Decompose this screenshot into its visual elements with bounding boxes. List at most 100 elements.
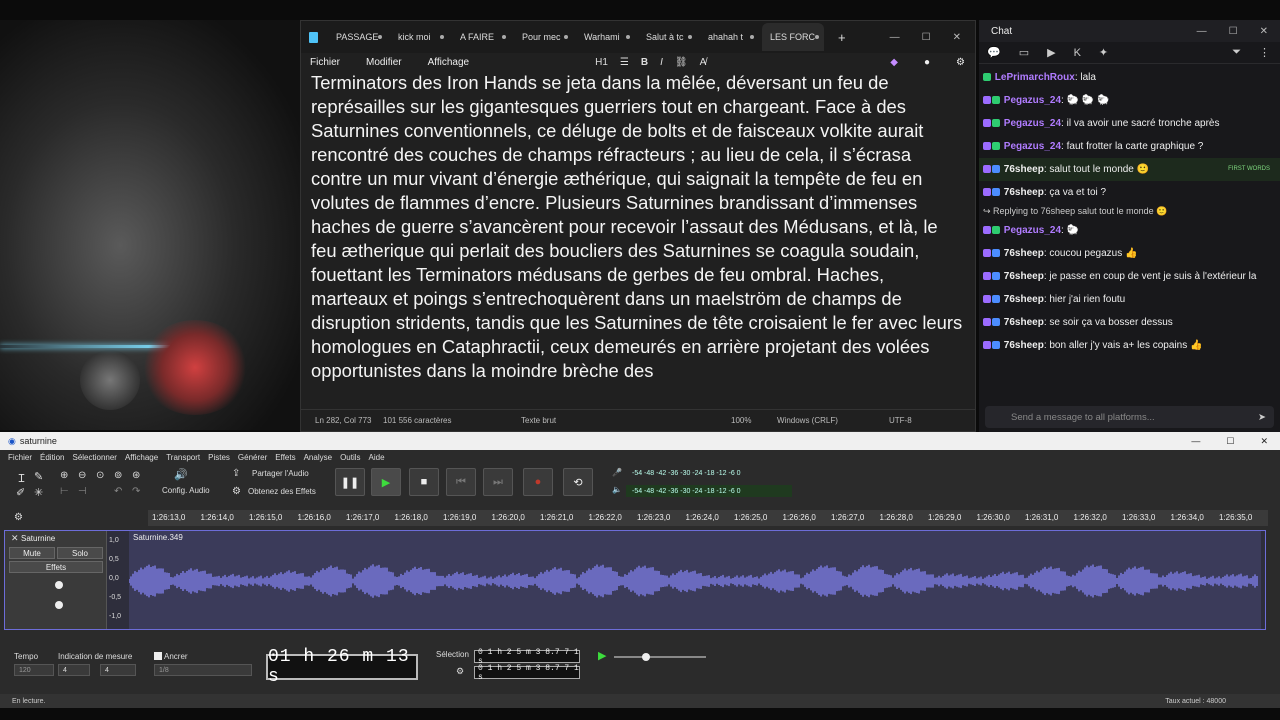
maximize-icon[interactable]: ☐ — [922, 32, 931, 43]
gain-slider[interactable] — [55, 581, 63, 589]
play-speed-slider[interactable] — [614, 656, 706, 658]
record-meter-icon[interactable]: 🎤 — [612, 468, 622, 477]
snap-select[interactable]: 1/8 — [154, 664, 252, 676]
waveform[interactable] — [128, 531, 1261, 629]
youtube-icon[interactable]: ▶ — [1047, 46, 1055, 59]
close-icon[interactable]: ✕ — [1260, 26, 1268, 37]
zoom-toggle-icon[interactable]: ⊛ — [132, 470, 140, 481]
more-icon[interactable]: ⋮ — [1259, 46, 1270, 59]
share-audio-button[interactable]: Partager l'Audio — [252, 469, 309, 478]
tab[interactable]: kick moi — [390, 32, 452, 42]
list-icon[interactable]: ☰ — [620, 57, 629, 68]
chat-username[interactable]: 76sheep — [1004, 187, 1044, 198]
time-display[interactable]: 01 h 26 m 13 s — [266, 647, 418, 687]
menu-item[interactable]: Édition — [40, 453, 64, 462]
chat-input[interactable]: Send a message to all platforms... ➤ — [985, 406, 1274, 428]
time-signature-denominator[interactable]: 4 — [100, 664, 136, 676]
minimize-icon[interactable]: — — [1197, 26, 1207, 37]
encoding[interactable]: UTF-8 — [889, 416, 912, 425]
track-close-icon[interactable]: ✕ — [11, 533, 19, 544]
play-speed-thumb[interactable] — [642, 653, 650, 661]
tab[interactable]: Pour mec — [514, 32, 576, 42]
selection-tool-icon[interactable]: Ｉ — [16, 470, 27, 486]
menu-file[interactable]: Fichier — [310, 57, 340, 68]
document-text[interactable]: Terminators des Iron Hands se jeta dans … — [311, 71, 963, 405]
mute-button[interactable]: Mute — [9, 547, 55, 559]
send-icon[interactable]: ➤ — [1258, 412, 1266, 423]
minimize-icon[interactable]: — — [890, 32, 900, 43]
trim-icon[interactable]: ⊢ — [60, 486, 69, 497]
copilot-icon[interactable]: ◆ — [890, 57, 898, 68]
selection-start[interactable]: 0 1 h 2 5 m 3 8.7 7 1 s — [474, 648, 580, 666]
menu-item[interactable]: Générer — [238, 453, 267, 462]
menu-item[interactable]: Sélectionner — [72, 453, 116, 462]
menu-item[interactable]: Affichage — [125, 453, 158, 462]
menu-item[interactable]: Outils — [340, 453, 360, 462]
chat-username[interactable]: 76sheep — [1004, 340, 1044, 351]
tab[interactable]: PASSAGE — [328, 32, 390, 42]
chat-username[interactable]: 76sheep — [1004, 164, 1044, 175]
pause-button[interactable]: ❚❚ — [335, 468, 365, 496]
zoom-in-icon[interactable]: ⊕ — [60, 470, 68, 481]
tab[interactable]: A FAIRE — [452, 32, 514, 42]
snap-checkbox[interactable] — [154, 652, 162, 660]
close-icon[interactable]: ✕ — [953, 32, 961, 43]
chat-username[interactable]: Pegazus_24 — [1004, 141, 1061, 152]
menu-item[interactable]: Transport — [166, 453, 200, 462]
selection-settings-icon[interactable]: ⚙ — [456, 666, 464, 677]
get-effects-button[interactable]: Obtenez des Effets — [248, 487, 316, 496]
chat-username[interactable]: 76sheep — [1004, 248, 1044, 259]
track-name[interactable]: Saturnine — [5, 531, 106, 546]
kick-icon[interactable]: K — [1074, 47, 1081, 59]
audio-setup-icon[interactable]: 🔊 — [174, 468, 188, 481]
menu-edit[interactable]: Modifier — [366, 57, 402, 68]
time-signature-numerator[interactable]: 4 — [58, 664, 90, 676]
text-format[interactable]: Texte brut — [521, 416, 556, 425]
filter-icon[interactable]: ⏷ — [1232, 46, 1241, 59]
menu-item[interactable]: Fichier — [8, 453, 32, 462]
tempo-input[interactable]: 120 — [14, 664, 54, 676]
link-icon[interactable]: ⛓ — [675, 57, 688, 68]
fit-selection-icon[interactable]: ⊙ — [96, 470, 104, 481]
selection-end[interactable]: 0 1 h 2 5 m 3 8.7 7 1 s — [474, 664, 580, 682]
loop-button[interactable]: ⟲ — [563, 468, 593, 496]
redo-icon[interactable]: ↷ — [132, 486, 140, 497]
tab[interactable]: Warhami — [576, 32, 638, 42]
tab[interactable]: ahahah t — [700, 32, 762, 42]
reply-context[interactable]: ↪ Replying to 76sheep salut tout le mond… — [979, 204, 1280, 219]
stop-button[interactable]: ■ — [409, 468, 439, 496]
chat-username[interactable]: 76sheep — [1004, 271, 1044, 282]
timeline-settings-icon[interactable]: ⚙ — [14, 512, 23, 523]
record-button[interactable]: ● — [523, 468, 553, 496]
tab-active[interactable]: LES FORC — [762, 23, 824, 51]
menu-item[interactable]: Aide — [369, 453, 385, 462]
silence-icon[interactable]: ⊣ — [78, 486, 87, 497]
solo-button[interactable]: Solo — [57, 547, 103, 559]
undo-icon[interactable]: ↶ — [114, 486, 122, 497]
multi-tool-icon[interactable]: ✳ — [34, 486, 43, 499]
clear-format-icon[interactable]: A̸ — [700, 57, 707, 68]
get-effects-icon[interactable]: ⚙ — [232, 486, 241, 497]
activity-icon[interactable]: ▭ — [1019, 46, 1029, 59]
line-ending[interactable]: Windows (CRLF) — [777, 416, 838, 425]
chat-username[interactable]: 76sheep — [1004, 317, 1044, 328]
envelope-tool-icon[interactable]: ✎ — [34, 470, 43, 483]
playback-meter-icon[interactable]: 🔈 — [612, 485, 622, 494]
zoom-out-icon[interactable]: ⊖ — [78, 470, 86, 481]
minimize-icon[interactable]: — — [1191, 436, 1200, 447]
skip-end-button[interactable]: ⏭ — [483, 468, 513, 496]
chat-username[interactable]: Pegazus_24 — [1004, 225, 1061, 236]
effects-button[interactable]: Effets — [9, 561, 103, 573]
chat-username[interactable]: 76sheep — [1004, 294, 1044, 305]
bold-icon[interactable]: B — [641, 57, 648, 68]
timeline-ruler[interactable]: 1:26:13,0 1:26:14,0 1:26:15,0 1:26:16,0 1:26… — [148, 510, 1268, 526]
audio-setup-label[interactable]: Config. Audio — [162, 486, 210, 495]
sparkle-icon[interactable]: ✦ — [1099, 46, 1108, 59]
zoom-level[interactable]: 100% — [731, 416, 751, 425]
close-icon[interactable]: ✕ — [1260, 436, 1268, 447]
chat-username[interactable]: Pegazus_24 — [1004, 95, 1061, 106]
playback-meter[interactable]: -54 -48 -42 -36 -30 -24 -18 -12 -6 0 — [626, 485, 792, 497]
tab[interactable]: Salut à tc — [638, 32, 700, 42]
menu-item[interactable]: Analyse — [304, 453, 332, 462]
menu-item[interactable]: Effets — [275, 453, 295, 462]
